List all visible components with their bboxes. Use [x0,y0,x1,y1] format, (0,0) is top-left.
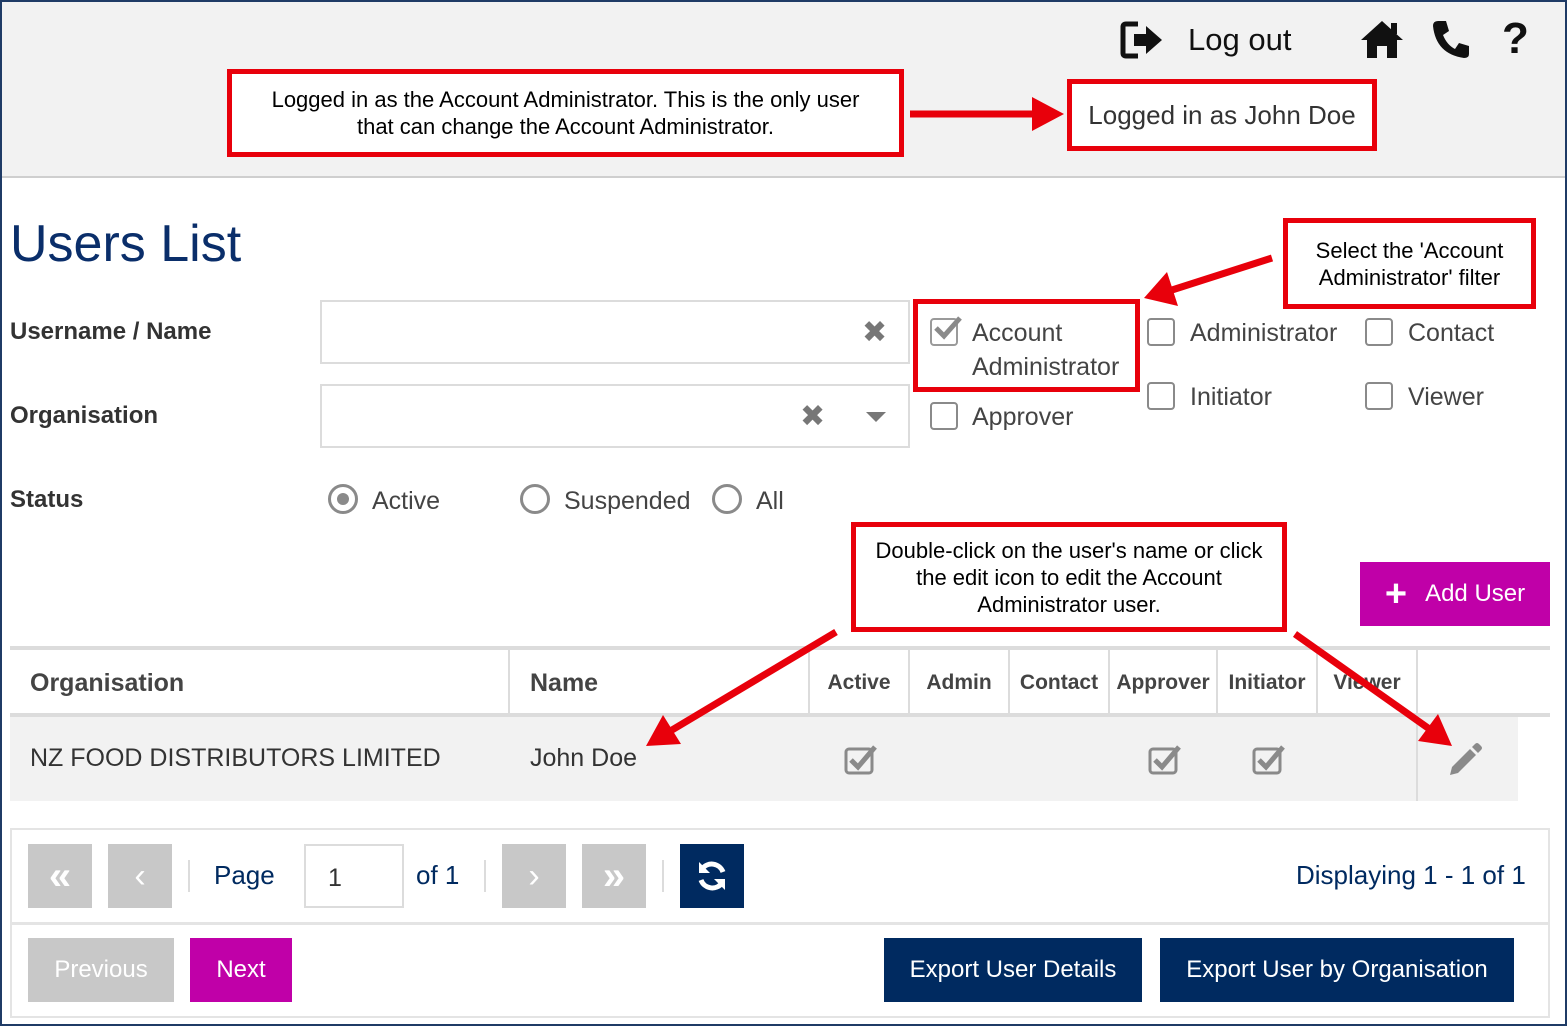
cell-name[interactable]: John Doe [530,744,637,773]
col-header-viewer[interactable]: Viewer [1318,650,1416,716]
export-user-details-button[interactable]: Export User Details [884,938,1142,1002]
double-chevron-left-icon: « [48,854,72,898]
page-number-value: 1 [328,864,342,892]
export-user-by-organisation-button[interactable]: Export User by Organisation [1160,938,1514,1002]
contact-checkbox[interactable] [1365,318,1393,346]
pager-divider [12,922,1548,925]
col-header-active[interactable]: Active [810,650,908,716]
page-count: of 1 [416,860,460,890]
page-label: Page [214,860,275,890]
status-all-radio[interactable] [712,484,742,514]
pager-separator [188,860,190,892]
col-divider [1108,650,1110,716]
callout-filter-hint: Select the 'Account Administrator' filte… [1283,218,1536,309]
initiator-label: Initiator [1190,383,1272,411]
status-label: Status [10,486,84,513]
first-page-button[interactable]: « [28,844,92,908]
administrator-checkbox[interactable] [1147,318,1175,346]
col-divider [508,650,510,716]
next-button[interactable]: Next [190,938,292,1002]
help-icon[interactable]: ? [1502,14,1529,64]
administrator-label: Administrator [1190,319,1338,347]
col-header-initiator[interactable]: Initiator [1218,650,1316,716]
display-count: Displaying 1 - 1 of 1 [1296,860,1526,890]
username-input[interactable]: ✖ [320,300,910,364]
refresh-button[interactable] [680,844,744,908]
phone-icon[interactable] [1430,18,1472,60]
clear-username-icon[interactable]: ✖ [862,318,887,348]
status-active-label: Active [372,487,441,515]
col-header-name[interactable]: Name [530,650,598,716]
refresh-icon [695,859,729,893]
clear-organisation-icon[interactable]: ✖ [800,402,825,432]
pencil-icon[interactable] [1446,741,1484,779]
pager-separator [662,860,664,892]
initiator-checkbox[interactable] [1147,382,1175,410]
page-number-input[interactable]: 1 [304,844,404,908]
previous-button[interactable]: Previous [28,938,174,1002]
status-active-radio[interactable] [328,484,358,514]
table-row[interactable]: NZ FOOD DISTRIBUTORS LIMITED John Doe [10,717,1518,801]
logout-icon [1120,20,1166,60]
col-header-organisation[interactable]: Organisation [30,650,184,716]
username-label: Username / Name [10,318,212,345]
status-suspended-label: Suspended [564,487,691,515]
contact-label: Contact [1408,319,1495,347]
col-header-contact[interactable]: Contact [1010,650,1108,716]
viewer-checkbox[interactable] [1365,382,1393,410]
organisation-label: Organisation [10,402,159,429]
last-page-button[interactable]: » [582,844,646,908]
chevron-right-icon: › [528,857,540,895]
add-user-button[interactable]: + Add User [1360,562,1550,626]
approver-checkbox[interactable] [930,402,958,430]
status-suspended-radio[interactable] [520,484,550,514]
prev-page-button[interactable]: ‹ [108,844,172,908]
cell-active-check-icon [844,743,877,775]
col-header-approver[interactable]: Approver [1110,650,1216,716]
callout-account-admin-info: Logged in as the Account Administrator. … [227,69,904,157]
col-divider [808,650,810,716]
next-page-button[interactable]: › [502,844,566,908]
page-title: Users List [10,215,242,273]
chevron-left-icon: ‹ [134,857,146,895]
organisation-select[interactable]: ✖ [320,384,910,448]
logged-in-text: Logged in as John Doe [1088,99,1356,130]
logout-button[interactable]: Log out [1120,18,1291,62]
col-divider [908,650,910,716]
plus-icon: + [1384,573,1408,615]
pager-separator [484,860,486,892]
add-user-label: Add User [1425,580,1526,607]
approver-label: Approver [972,403,1074,431]
viewer-label: Viewer [1408,383,1484,411]
edit-cell-divider [1416,717,1418,801]
col-divider [1416,650,1418,716]
logged-in-badge: Logged in as John Doe [1067,79,1377,151]
cell-initiator-check-icon [1252,743,1285,775]
col-divider [1316,650,1318,716]
status-all-label: All [756,487,784,515]
col-divider [1008,650,1010,716]
account-admin-checkbox[interactable] [930,316,962,346]
callout-edit-hint: Double-click on the user's name or click… [851,522,1287,632]
col-header-admin[interactable]: Admin [910,650,1008,716]
home-icon[interactable] [1358,18,1406,60]
col-divider [1216,650,1218,716]
account-admin-label: Account Administrator [972,319,1120,381]
double-chevron-right-icon: » [602,854,626,898]
cell-approver-check-icon [1148,743,1181,775]
chevron-down-icon[interactable] [866,412,886,422]
cell-organisation: NZ FOOD DISTRIBUTORS LIMITED [30,744,441,772]
logout-label: Log out [1188,22,1292,57]
